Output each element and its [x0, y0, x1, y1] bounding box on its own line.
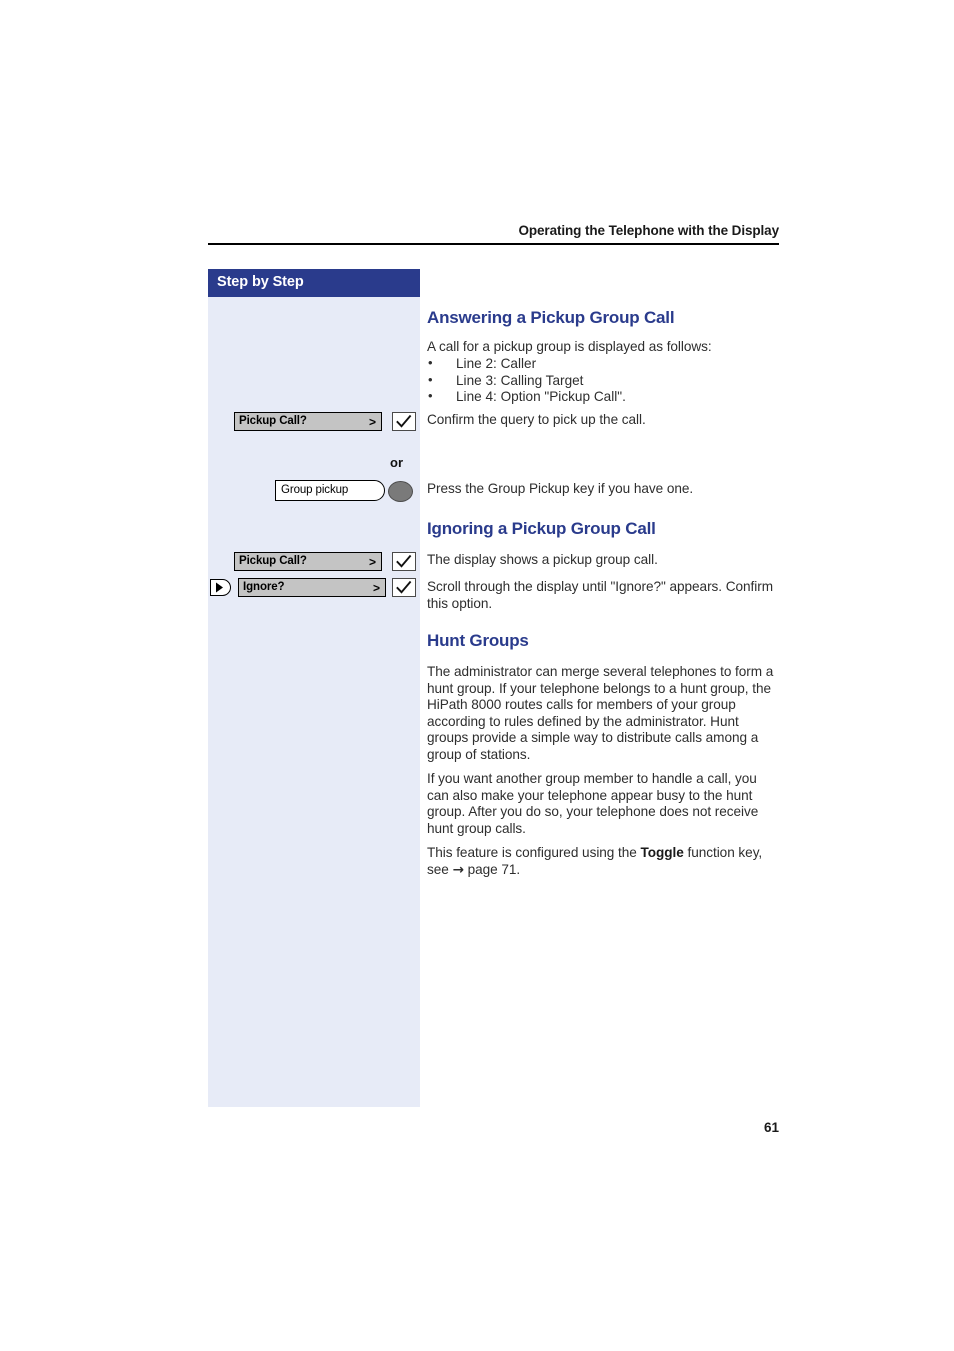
function-key-group-pickup[interactable]: Group pickup — [275, 480, 413, 502]
section3-para1: The administrator can merge several tele… — [427, 664, 774, 762]
section3-para3: This feature is configured using the Tog… — [427, 845, 779, 878]
list-item: Line 3: Calling Target — [427, 372, 779, 390]
list-item: Line 4: Option "Pickup Call". — [427, 388, 779, 406]
section1-confirm-text: Confirm the query to pick up the call. — [427, 412, 646, 427]
chevron-right-icon: > — [368, 415, 376, 429]
arrow-right-icon: → — [452, 861, 464, 878]
softkey-label: Pickup Call? — [239, 415, 307, 427]
softkey-pickup-call-1[interactable]: Pickup Call? > — [234, 412, 382, 431]
check-icon[interactable] — [392, 578, 416, 597]
sidebar-row-pickup-call-2: Pickup Call? > — [234, 552, 417, 572]
chevron-right-icon: > — [368, 555, 376, 569]
or-separator: or — [390, 455, 403, 470]
section1-intro: A call for a pickup group is displayed a… — [427, 339, 712, 354]
check-icon[interactable] — [392, 412, 417, 431]
header-divider — [208, 243, 779, 245]
sidebar-header: Step by Step — [208, 269, 420, 297]
section2-para1: The display shows a pickup group call. — [427, 552, 658, 567]
softkey-label: Ignore? — [243, 581, 285, 593]
sidebar-row-ignore: Ignore? > — [210, 578, 416, 598]
step-by-step-sidebar: Step by Step Pickup Call? > or Group pic… — [208, 269, 420, 1107]
check-icon[interactable] — [392, 552, 417, 571]
section1-bullet-list: Line 2: Caller Line 3: Calling Target Li… — [427, 355, 779, 406]
section3-para3-post: page 71. — [463, 861, 521, 877]
running-header-title: Operating the Telephone with the Display — [518, 223, 779, 238]
section-title-hunt-groups: Hunt Groups — [427, 631, 529, 650]
page-number: 61 — [763, 1120, 779, 1135]
chevron-right-icon: > — [372, 581, 380, 595]
section3-para2: If you want another group member to hand… — [427, 771, 759, 836]
section2-para2: Scroll through the display until "Ignore… — [427, 579, 773, 611]
softkey-label: Pickup Call? — [239, 555, 307, 567]
oval-key-icon[interactable] — [388, 481, 413, 502]
function-key-label-box: Group pickup — [275, 480, 385, 501]
softkey-pickup-call-2[interactable]: Pickup Call? > — [234, 552, 382, 571]
section1-group-key-text: Press the Group Pickup key if you have o… — [427, 481, 694, 496]
section-title-ignoring-pickup-group-call: Ignoring a Pickup Group Call — [427, 519, 656, 538]
section-title-answering-pickup-group-call: Answering a Pickup Group Call — [427, 308, 675, 327]
sidebar-row-group-pickup: Group pickup — [275, 480, 413, 502]
sidebar-title: Step by Step — [217, 274, 304, 290]
list-item: Line 2: Caller — [427, 355, 779, 373]
sidebar-row-pickup-call-1: Pickup Call? > — [234, 412, 417, 432]
softkey-ignore[interactable]: Ignore? > — [238, 578, 386, 597]
scroll-right-icon[interactable] — [210, 579, 231, 596]
function-key-label: Group pickup — [281, 484, 349, 496]
section3-para3-pre: This feature is configured using the — [427, 845, 641, 860]
toggle-key-name: Toggle — [640, 845, 684, 860]
running-header: Operating the Telephone with the Display — [208, 222, 779, 240]
